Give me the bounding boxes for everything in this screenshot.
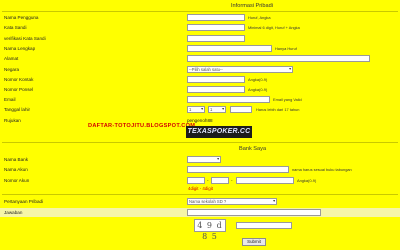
birth-year-input[interactable] [230, 106, 252, 113]
section-divider [2, 194, 398, 195]
account-name-input[interactable] [187, 166, 289, 173]
row-referral: Rujukan pengenoh88 [0, 117, 400, 125]
row-username: Nama Pengguna Huruf, Angka [0, 14, 400, 22]
phone-number-label: Nomor Ponsel [4, 87, 34, 92]
row-account-number: Nomor Akun - - Angka(0-9) [0, 177, 400, 185]
row-full-name: Nama Lengkap Hanya Huruf [0, 45, 400, 53]
row-account-name: Nama Akun nama harus sesuai buku tabunga… [0, 166, 400, 174]
confirm-password-label: verifikasi Kata Sandi [4, 36, 46, 41]
email-hint: Email yang Valid [273, 97, 302, 102]
chevron-down-icon: ▾ [273, 199, 275, 203]
captcha-image: 4 9 d 8 5 [194, 219, 226, 241]
section-divider [2, 11, 398, 12]
birth-day-select[interactable]: 1 ▾ [187, 106, 205, 113]
account-number-separator: - [231, 178, 233, 183]
email-label: Email [4, 97, 16, 102]
contact-number-input[interactable] [187, 76, 245, 83]
birthdate-hint: Harus lebih dari 17 tahun [256, 107, 300, 112]
username-label: Nama Pengguna [4, 15, 39, 20]
row-confirm-password: verifikasi Kata Sandi [0, 35, 400, 43]
account-name-hint: nama harus sesuai buku tabungan [292, 167, 352, 172]
country-select[interactable]: --Pilih salah satu-- ▾ [187, 66, 293, 73]
birth-month-value: 1 [210, 107, 213, 112]
row-email: Email Email yang Valid [0, 96, 400, 104]
row-address: Alamat [0, 55, 400, 63]
country-label: Negara [4, 67, 20, 72]
full-name-input[interactable] [187, 45, 272, 52]
chevron-down-icon: ▾ [201, 107, 203, 111]
contact-number-label: Nomor Kontak [4, 77, 34, 82]
country-selected-value: --Pilih salah satu-- [189, 67, 223, 72]
promo-blog-text[interactable]: DAFTAR-TOTOJITU.BLOGSPOT.COM [88, 123, 195, 129]
account-number-part1[interactable] [187, 177, 205, 184]
password-hint: Minimal 6 digit, Huruf + Angka [248, 25, 300, 30]
section-divider [2, 142, 398, 143]
security-question-label: Pertanyaan Pribadi [4, 199, 44, 204]
row-answer: Jawaban [0, 209, 400, 217]
address-input[interactable] [187, 55, 370, 62]
birth-month-select[interactable]: 1 ▾ [208, 106, 226, 113]
username-hint: Huruf, Angka [248, 15, 271, 20]
promo-banner[interactable]: TEXASPOKER.CC [186, 126, 252, 138]
password-input[interactable] [187, 24, 245, 31]
password-label: Kata Sandi [4, 25, 27, 30]
username-input[interactable] [187, 14, 245, 21]
answer-label: Jawaban [4, 210, 23, 215]
phone-number-input[interactable] [187, 86, 245, 93]
birth-day-value: 1 [189, 107, 192, 112]
row-bank-name: Nama Bank ▾ [0, 156, 400, 164]
answer-input[interactable] [187, 209, 321, 216]
chevron-down-icon: ▾ [222, 107, 224, 111]
address-label: Alamat [4, 56, 19, 61]
account-name-label: Nama Akun [4, 167, 28, 172]
section-title-bank: Bank Saya [239, 146, 267, 152]
captcha-input[interactable] [236, 222, 292, 229]
account-number-range-hint: 4digit - 4digit [188, 186, 213, 191]
account-number-part2[interactable] [211, 177, 229, 184]
referral-label: Rujukan [4, 118, 21, 123]
account-number-separator: - [207, 178, 209, 183]
bank-name-label: Nama Bank [4, 157, 29, 162]
row-country: Negara --Pilih salah satu-- ▾ [0, 66, 400, 74]
security-question-select[interactable]: Nama sekolah SD ? ▾ [187, 198, 277, 205]
account-number-hint: Angka(0-9) [297, 178, 317, 183]
row-phone-number: Nomor Ponsel Angka(0-9) [0, 86, 400, 94]
row-contact-number: Nomor Kontak Angka(0-9) [0, 76, 400, 84]
section-title-personal: Informasi Pribadi [231, 3, 273, 9]
security-question-value: Nama sekolah SD ? [189, 199, 227, 204]
full-name-label: Nama Lengkap [4, 46, 36, 51]
chevron-down-icon: ▾ [289, 67, 291, 71]
row-birthdate: Tanggal lahir 1 ▾ 1 ▾ Harus lebih dari 1… [0, 106, 400, 114]
chevron-down-icon: ▾ [217, 157, 219, 161]
account-number-part3[interactable] [236, 177, 294, 184]
email-input[interactable] [187, 96, 270, 103]
row-password: Kata Sandi Minimal 6 digit, Huruf + Angk… [0, 24, 400, 32]
birthdate-label: Tanggal lahir [4, 107, 31, 112]
full-name-hint: Hanya Huruf [275, 46, 297, 51]
confirm-password-input[interactable] [187, 35, 245, 42]
phone-number-hint: Angka(0-9) [248, 87, 268, 92]
account-number-label: Nomor Akun [4, 178, 30, 183]
row-security-question: Pertanyaan Pribadi Nama sekolah SD ? ▾ [0, 198, 400, 206]
submit-button[interactable]: Submit [242, 238, 266, 246]
bank-name-select[interactable]: ▾ [187, 156, 221, 163]
contact-number-hint: Angka(0-9) [248, 77, 268, 82]
